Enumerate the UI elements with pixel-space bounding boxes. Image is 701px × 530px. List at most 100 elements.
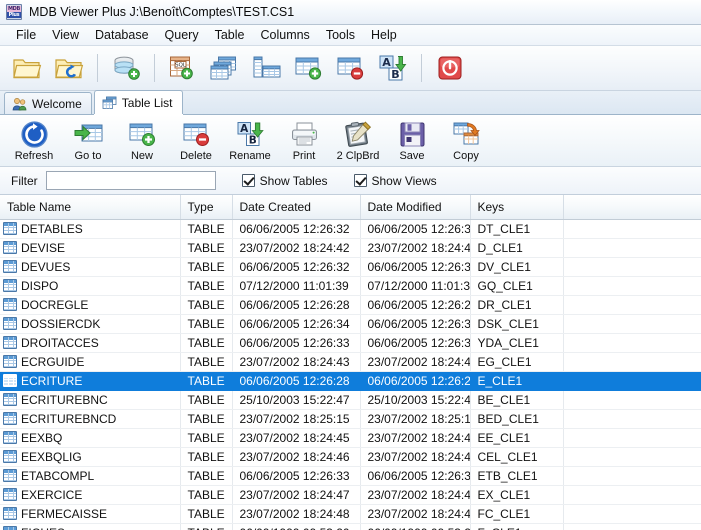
main-toolbar: SQL A B: [0, 46, 701, 91]
table-row[interactable]: ECRITURE TABLE 06/06/2005 12:26:28 06/06/20…: [0, 371, 701, 391]
new-query-button[interactable]: SQL: [164, 49, 202, 87]
reopen-database-button[interactable]: [50, 49, 88, 87]
table-row[interactable]: EEXBQ TABLE 23/07/2002 18:24:45 23/07/2002 …: [0, 428, 701, 448]
cell-keys: DT_CLE1: [470, 219, 564, 239]
cell-date-created: 23/07/2002 18:24:43: [232, 352, 361, 372]
table-row[interactable]: ECRITUREBNC TABLE 25/10/2003 15:22:47 25/10…: [0, 390, 701, 410]
table-row[interactable]: ECRGUIDE TABLE 23/07/2002 18:24:43 23/07/20…: [0, 352, 701, 372]
delete-table-button[interactable]: [332, 49, 370, 87]
cell-date-modified: 06/06/2005 12:26:34: [360, 314, 471, 334]
new-table-button[interactable]: [290, 49, 328, 87]
table-icon: [3, 336, 17, 349]
table-row[interactable]: DOCREGLE TABLE 06/06/2005 12:26:28 06/06/20…: [0, 295, 701, 315]
table-list-grid[interactable]: Table Name Type Date Created Date Modifi…: [0, 195, 701, 530]
refresh-label: Refresh: [14, 150, 54, 162]
table-name-text: ETABCOMPL: [21, 468, 95, 483]
cell-table-name: ECRITUREBNC: [0, 390, 181, 410]
table-row[interactable]: FICHES TABLE06/09/1999 09:53:2006/09/1999…: [0, 523, 701, 530]
cell-table-name: ECRITUREBNCD: [0, 409, 181, 429]
cell-keys: BED_CLE1: [470, 409, 564, 429]
table-name-text: FICHES: [21, 526, 65, 530]
menu-columns[interactable]: Columns: [252, 26, 317, 44]
cell-date-modified: 07/12/2000 11:01:39: [360, 276, 471, 296]
table-name-text: EEXBQ: [21, 430, 63, 445]
column-header-date-modified[interactable]: Date Modified: [360, 195, 471, 220]
show-tables-checkbox-box[interactable]: [241, 174, 255, 187]
table-icon: [3, 355, 17, 368]
column-header-blank[interactable]: [563, 195, 701, 220]
table-row[interactable]: ETABCOMPL TABLE 06/06/2005 12:26:33 06/06/2…: [0, 466, 701, 486]
new-database-button[interactable]: [107, 49, 145, 87]
table-row[interactable]: FERMECAISSE TABLE 23/07/2002 18:24:48 23/07…: [0, 504, 701, 524]
cell-date-created: 23/07/2002 18:24:45: [232, 428, 361, 448]
copy-button[interactable]: Copy: [440, 118, 492, 165]
menu-database[interactable]: Database: [87, 26, 157, 44]
floppy-save-icon: [398, 119, 427, 149]
app-icon-line2: Plus: [7, 12, 21, 18]
table-row[interactable]: ECRITUREBNCD TABLE 23/07/2002 18:25:15 23/0…: [0, 409, 701, 429]
toolbar-separator: [154, 54, 155, 82]
refresh-button[interactable]: Refresh: [8, 118, 60, 165]
column-header-table-name[interactable]: Table Name: [0, 195, 181, 220]
open-database-button[interactable]: [8, 49, 46, 87]
menu-view[interactable]: View: [44, 26, 87, 44]
cell-blank: [563, 371, 701, 391]
table-name-text: DEVISE: [21, 240, 66, 255]
menu-query[interactable]: Query: [157, 26, 207, 44]
table-row[interactable]: DETABLES TABLE 06/06/2005 12:26:32 06/06/20…: [0, 219, 701, 239]
filter-input[interactable]: [45, 171, 216, 190]
table-row[interactable]: DOSSIERCDK TABLE 06/06/2005 12:26:34 06/06/…: [0, 314, 701, 334]
tab-welcome[interactable]: Welcome: [4, 92, 92, 114]
cell-keys: EE_CLE1: [470, 428, 564, 448]
clipboard-icon: [344, 119, 373, 149]
column-header-date-created[interactable]: Date Created: [232, 195, 361, 220]
tables-icon: [210, 54, 240, 82]
menu-help[interactable]: Help: [363, 26, 405, 44]
cell-date-modified: 23/07/2002 18:24:43: [360, 238, 471, 258]
table-row[interactable]: EEXBQLIG TABLE 23/07/2002 18:24:46 23/07/20…: [0, 447, 701, 467]
show-tables-checkbox[interactable]: Show Tables: [241, 174, 328, 188]
table-icon: [3, 298, 17, 311]
table-row[interactable]: EXERCICE TABLE 23/07/2002 18:24:47 23/07/20…: [0, 485, 701, 505]
column-header-type[interactable]: Type: [180, 195, 233, 220]
tables-icon: [102, 96, 117, 110]
cell-date-modified: 25/10/2003 15:22:48: [360, 390, 471, 410]
svg-text:SQL: SQL: [175, 63, 187, 69]
goto-button[interactable]: Go to: [62, 118, 114, 165]
cell-date-created: 23/07/2002 18:24:46: [232, 447, 361, 467]
rename-button[interactable]: A B Rename: [224, 118, 276, 165]
copy-to-clipboard-button[interactable]: 2 ClpBrd: [332, 118, 384, 165]
exit-button[interactable]: [431, 49, 469, 87]
rename-table-button[interactable]: A B: [374, 49, 412, 87]
table-name-text: EXERCICE: [21, 487, 83, 502]
cell-type: TABLE: [180, 428, 233, 448]
cell-blank: [563, 428, 701, 448]
show-views-checkbox[interactable]: Show Views: [353, 174, 437, 188]
cell-blank: [563, 390, 701, 410]
power-icon: [435, 54, 465, 82]
cell-blank: [563, 295, 701, 315]
table-row[interactable]: DISPO TABLE 07/12/2000 11:01:39 07/12/2000 …: [0, 276, 701, 296]
table-structure-button[interactable]: [248, 49, 286, 87]
folder-open-icon: [12, 54, 42, 82]
print-button[interactable]: Print: [278, 118, 330, 165]
cell-date-modified: 23/07/2002 18:24:48: [360, 504, 471, 524]
table-row[interactable]: DEVISE TABLE 23/07/2002 18:24:42 23/07/2002…: [0, 238, 701, 258]
menu-tools[interactable]: Tools: [318, 26, 363, 44]
cell-type: TABLE: [180, 409, 233, 429]
delete-button[interactable]: Delete: [170, 118, 222, 165]
show-views-checkbox-box[interactable]: [353, 174, 367, 187]
table-row[interactable]: DEVUES TABLE 06/06/2005 12:26:32 06/06/2005…: [0, 257, 701, 277]
new-button[interactable]: New: [116, 118, 168, 165]
app-icon: MDB Plus: [6, 4, 22, 20]
menu-file[interactable]: File: [8, 26, 44, 44]
cell-blank: [563, 314, 701, 334]
cell-table-name: ECRITURE: [0, 371, 181, 391]
column-header-keys[interactable]: Keys: [470, 195, 564, 220]
save-button[interactable]: Save: [386, 118, 438, 165]
menu-table[interactable]: Table: [207, 26, 253, 44]
table-row[interactable]: DROITACCES TABLE 06/06/2005 12:26:33 06/06/…: [0, 333, 701, 353]
table-list-button[interactable]: [206, 49, 244, 87]
tab-table-list[interactable]: Table List: [93, 90, 183, 114]
table-icon: [3, 488, 17, 501]
